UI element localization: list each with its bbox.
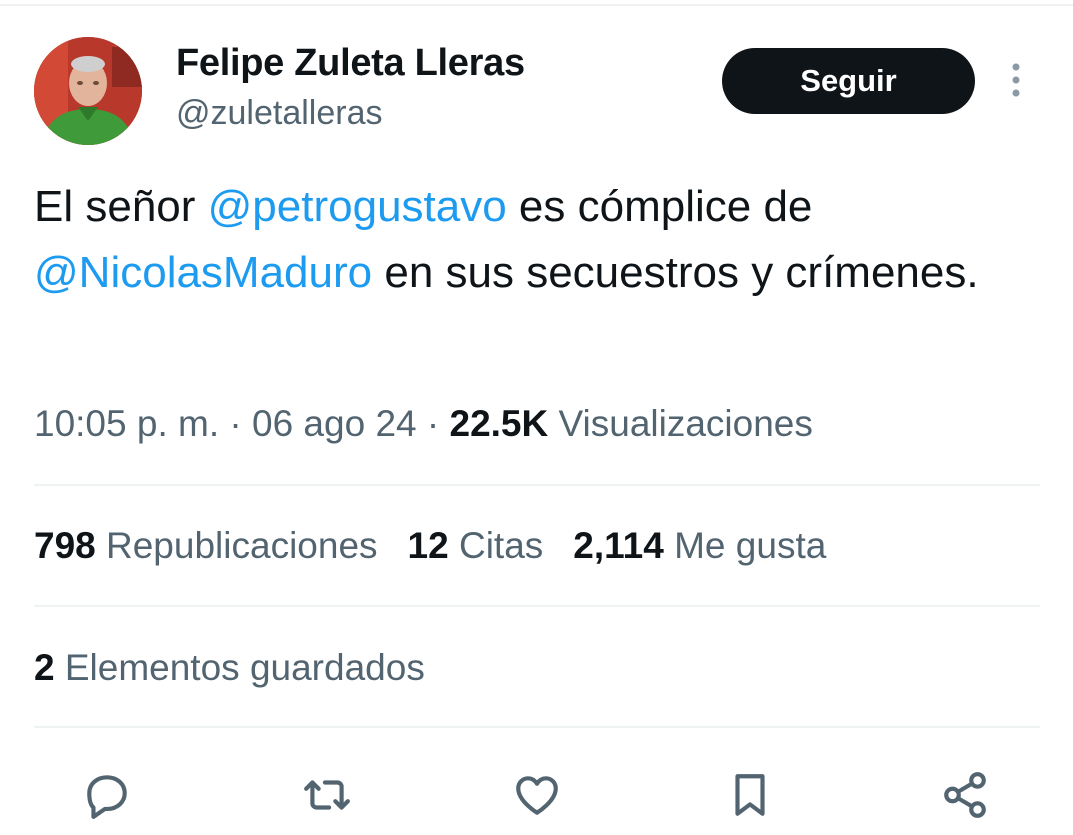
avatar[interactable]: [34, 37, 142, 145]
reposts-count: 798: [34, 525, 96, 566]
bookmark-icon[interactable]: [720, 765, 780, 825]
views-label: Visualizaciones: [548, 403, 813, 444]
top-divider: [0, 4, 1073, 6]
repost-icon[interactable]: [297, 765, 357, 825]
bookmarks-stat[interactable]: 2 Elementos guardados: [34, 647, 425, 689]
engagement-stats: 798 Republicaciones 12 Citas 2,114 Me gust…: [34, 525, 856, 567]
reposts-stat[interactable]: 798 Republicaciones: [34, 525, 378, 566]
meta-separator: ·: [416, 403, 450, 444]
divider: [34, 726, 1040, 728]
likes-count: 2,114: [573, 525, 664, 566]
divider: [34, 484, 1040, 486]
likes-stat[interactable]: 2,114 Me gusta: [573, 525, 826, 566]
quotes-count: 12: [407, 525, 449, 566]
reposts-label: Republicaciones: [95, 525, 378, 566]
mention-link-petrogustavo[interactable]: @petrogustavo: [208, 182, 507, 231]
more-vertical-icon[interactable]: [1004, 62, 1028, 102]
bookmarks-count: 2: [34, 647, 55, 688]
follow-button[interactable]: Seguir: [722, 48, 975, 114]
like-icon[interactable]: [507, 765, 567, 825]
mention-link-nicolasmaduro[interactable]: @NicolasMaduro: [34, 248, 372, 297]
views-count: 22.5K: [449, 403, 549, 444]
tweet-text-segment: es cómplice de: [506, 182, 813, 231]
tweet-date[interactable]: 06 ago 24: [252, 403, 417, 444]
quotes-stat[interactable]: 12 Citas: [408, 525, 544, 566]
divider: [34, 605, 1040, 607]
meta-separator: ·: [219, 403, 252, 444]
likes-label: Me gusta: [663, 525, 827, 566]
tweet-text: El señor @petrogustavo es cómplice de @N…: [34, 174, 1034, 306]
reply-icon[interactable]: [77, 765, 137, 825]
tweet-text-segment: El señor: [34, 182, 208, 231]
share-icon[interactable]: [935, 765, 995, 825]
bookmarks-label: Elementos guardados: [54, 647, 425, 688]
tweet-meta: 10:05 p. m. · 06 ago 24 · 22.5K Visualiz…: [34, 403, 813, 445]
display-name[interactable]: Felipe Zuleta Lleras: [176, 42, 525, 85]
user-handle[interactable]: @zuletalleras: [176, 94, 383, 133]
tweet-text-segment: en sus secuestros y crímenes.: [372, 248, 979, 297]
quotes-label: Citas: [448, 525, 544, 566]
tweet-time[interactable]: 10:05 p. m.: [34, 403, 219, 444]
